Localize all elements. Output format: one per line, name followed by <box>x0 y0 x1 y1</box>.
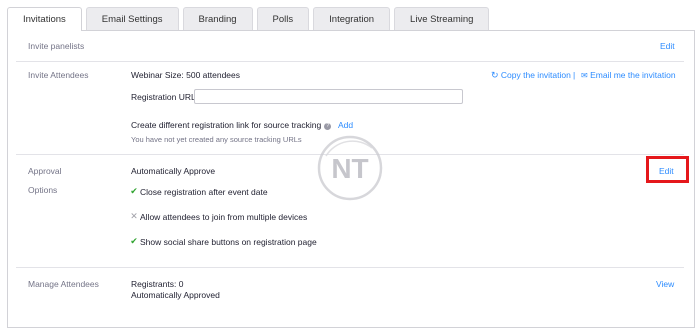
invite-panelists-label: Invite panelists <box>28 41 85 51</box>
approval-mode-text: Automatically Approve <box>131 166 216 176</box>
tab-branding[interactable]: Branding <box>182 7 253 30</box>
source-tracking-note: You have not yet created any source trac… <box>131 135 302 144</box>
options-label: Options <box>28 185 58 195</box>
tab-invitations[interactable]: Invitations <box>7 7 82 31</box>
tab-email-settings[interactable]: Email Settings <box>85 7 179 30</box>
checkmark-icon: ✔ <box>130 186 138 196</box>
link-separator: | <box>573 70 576 80</box>
envelope-icon: ✉ <box>581 71 588 80</box>
divider <box>16 267 684 268</box>
info-icon[interactable]: ? <box>324 123 332 130</box>
copy-invitation-link[interactable]: ↻ Copy the invitation <box>491 70 571 81</box>
option-social-share: Show social share buttons on registratio… <box>140 237 317 247</box>
registrants-count: Registrants: 0 <box>131 279 184 289</box>
invite-attendees-label: Invite Attendees <box>28 70 89 80</box>
source-tracking-add-link[interactable]: Add <box>338 120 353 130</box>
cross-icon: ✕ <box>130 211 138 221</box>
copy-invitation-label: Copy the invitation <box>500 70 571 80</box>
approval-status-text: Automatically Approved <box>131 290 220 300</box>
checkmark-icon: ✔ <box>130 236 138 246</box>
email-invitation-label: Email me the invitation <box>590 70 676 80</box>
divider <box>16 61 684 62</box>
tab-live-streaming[interactable]: Live Streaming <box>394 7 490 30</box>
option-close-registration: Close registration after event date <box>140 187 268 197</box>
registration-url-label: Registration URL: <box>131 92 199 102</box>
edit-highlight-box <box>646 156 689 183</box>
nt-watermark-logo: NT <box>317 135 383 201</box>
tab-integration[interactable]: Integration <box>313 7 391 30</box>
option-multiple-devices: Allow attendees to join from multiple de… <box>140 212 308 222</box>
email-invitation-link[interactable]: ✉ Email me the invitation <box>581 70 676 80</box>
tab-bar: Invitations Email Settings Branding Poll… <box>7 7 493 31</box>
registration-url-field[interactable] <box>194 89 463 104</box>
source-tracking-text: Create different registration link for s… <box>131 120 332 130</box>
approval-label: Approval <box>28 166 62 176</box>
registration-url-value <box>195 96 199 105</box>
panelists-edit-link[interactable]: Edit <box>660 41 675 51</box>
webinar-size-text: Webinar Size: 500 attendees <box>131 70 240 80</box>
manage-view-link[interactable]: View <box>656 279 674 289</box>
copy-icon: ↻ <box>491 70 499 80</box>
source-tracking-label: Create different registration link for s… <box>131 120 322 130</box>
watermark-text: NT <box>331 153 368 184</box>
manage-attendees-label: Manage Attendees <box>28 279 99 289</box>
tab-polls[interactable]: Polls <box>256 7 310 30</box>
